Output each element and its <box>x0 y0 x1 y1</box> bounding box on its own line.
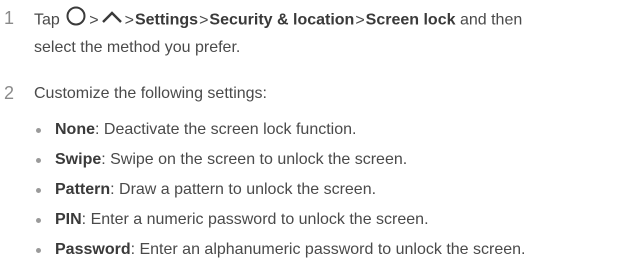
option-desc: : Draw a pattern to unlock the screen. <box>110 181 377 198</box>
step-2-text: Customize the following settings: <box>34 85 267 102</box>
list-item: Pattern: Draw a pattern to unlock the sc… <box>36 177 636 207</box>
bullet-dot <box>36 128 41 133</box>
path-security-location: Security & location <box>209 11 355 29</box>
list-item: Password: Enter an alphanumeric password… <box>36 237 636 267</box>
list-item: Swipe: Swipe on the screen to unlock the… <box>36 147 636 177</box>
separator: > <box>89 11 99 29</box>
step-number: 2 <box>4 83 15 103</box>
option-desc: : Deactivate the screen lock function. <box>95 121 357 138</box>
step-1-text: Tap > >Settings>Security & location>Scre… <box>34 6 634 61</box>
option-term: PIN <box>55 211 82 228</box>
step-1-line2: select the method you prefer. <box>34 39 241 56</box>
separator: > <box>199 11 209 29</box>
step-1-suffix: and then <box>459 11 523 29</box>
option-desc: : Swipe on the screen to unlock the scre… <box>101 151 408 168</box>
options-list: None: Deactivate the screen lock functio… <box>36 117 636 267</box>
bullet-dot <box>36 248 41 253</box>
option-term: Pattern <box>55 181 111 198</box>
list-item: PIN: Enter a numeric password to unlock … <box>36 207 636 237</box>
home-circle-icon <box>65 6 87 35</box>
separator: > <box>355 11 365 29</box>
option-term: None <box>55 121 95 138</box>
path-screen-lock: Screen lock <box>365 11 456 29</box>
option-term: Swipe <box>55 151 102 168</box>
step-1-prefix: Tap <box>34 11 60 29</box>
option-desc: : Enter a numeric password to unlock the… <box>81 211 429 228</box>
bullet-dot <box>36 158 41 163</box>
option-desc: : Enter an alphanumeric password to unlo… <box>130 241 526 258</box>
option-term: Password <box>55 241 131 258</box>
list-item: None: Deactivate the screen lock functio… <box>36 117 636 147</box>
separator: > <box>124 11 134 29</box>
bullet-dot <box>36 218 41 223</box>
step-number: 1 <box>4 8 15 28</box>
bullet-dot <box>36 188 41 193</box>
chevron-up-icon <box>101 8 123 34</box>
path-settings: Settings <box>134 11 199 29</box>
